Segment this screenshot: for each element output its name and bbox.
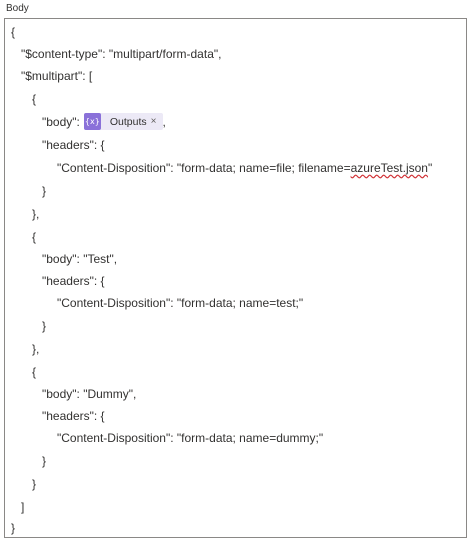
content-disposition-text: "Content-Disposition": "form-data; name=… bbox=[57, 161, 351, 175]
body-field-label: Body bbox=[6, 3, 29, 14]
code-line: }, bbox=[32, 207, 40, 221]
code-line: } bbox=[42, 184, 47, 198]
code-line-body-token: "body": {x} Outputs ×, bbox=[5, 113, 166, 131]
code-line: } bbox=[42, 454, 47, 468]
code-line: ] bbox=[21, 500, 25, 514]
code-line: }, bbox=[32, 342, 40, 356]
code-line: "headers": { bbox=[42, 409, 105, 423]
code-line: "headers": { bbox=[42, 138, 105, 152]
code-line: "Content-Disposition": "form-data; name=… bbox=[57, 431, 324, 445]
token-label: Outputs bbox=[109, 115, 147, 128]
dynamic-content-token[interactable]: {x} Outputs × bbox=[83, 113, 163, 131]
closing-quote: " bbox=[427, 161, 433, 175]
code-line: "body": "Dummy", bbox=[42, 387, 137, 401]
filename-value: azureTest.json bbox=[350, 161, 428, 175]
code-line: } bbox=[11, 521, 16, 535]
code-line: } bbox=[32, 477, 37, 491]
code-line: "headers": { bbox=[42, 274, 105, 288]
body-key: "body": bbox=[42, 115, 80, 129]
code-line: { bbox=[32, 230, 37, 244]
code-line: "$multipart": [ bbox=[21, 69, 93, 83]
code-line: "$content-type": "multipart/form-data", bbox=[21, 47, 222, 61]
code-line: } bbox=[42, 319, 47, 333]
code-line: { bbox=[32, 365, 37, 379]
code-line: "Content-Disposition": "form-data; name=… bbox=[57, 296, 304, 310]
code-line-content-disposition: "Content-Disposition": "form-data; name=… bbox=[5, 159, 432, 177]
expression-icon: {x} bbox=[83, 113, 101, 131]
code-line: { bbox=[11, 25, 16, 39]
code-line: { bbox=[32, 92, 37, 106]
token-remove-icon[interactable]: × bbox=[151, 113, 163, 131]
code-line: "body": "Test", bbox=[42, 252, 118, 266]
body-json-editor[interactable]: { "$content-type": "multipart/form-data"… bbox=[4, 18, 467, 538]
comma: , bbox=[162, 115, 166, 129]
